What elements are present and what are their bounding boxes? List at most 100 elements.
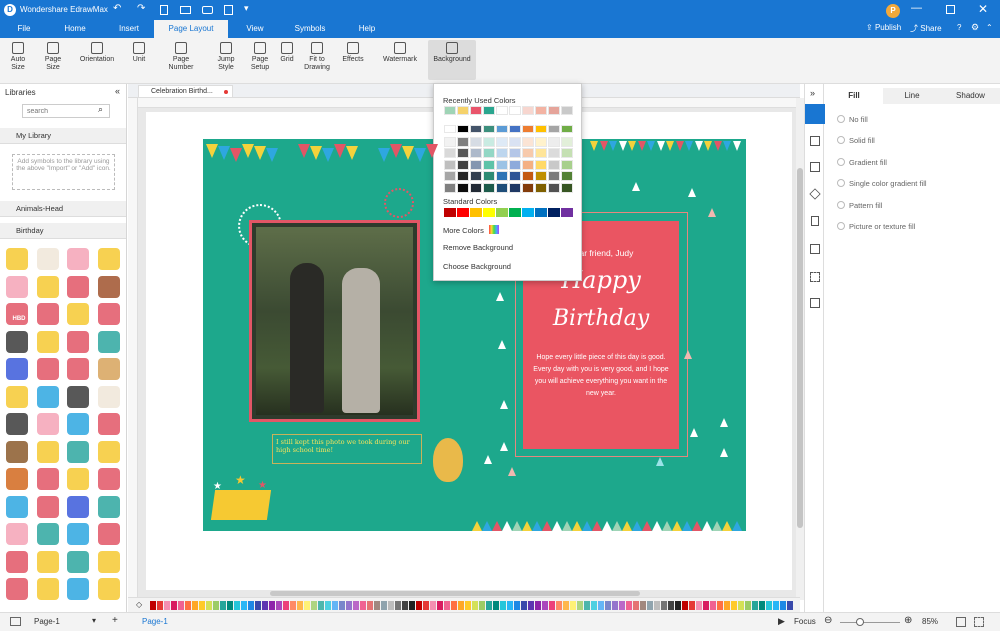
fill-option-no-fill[interactable]: No fill: [837, 115, 868, 124]
theme-color-swatch[interactable]: [444, 159, 456, 170]
birthday-symbol[interactable]: [36, 385, 59, 408]
chevron-down-icon[interactable]: ▾: [92, 616, 96, 625]
palette-swatch[interactable]: [717, 601, 723, 610]
birthday-symbol[interactable]: [67, 358, 89, 380]
fill-panel-icon[interactable]: [805, 104, 825, 124]
palette-swatch[interactable]: [206, 601, 212, 610]
page-icon[interactable]: [811, 216, 819, 226]
palette-swatch[interactable]: [486, 601, 492, 610]
palette-swatch[interactable]: [346, 601, 352, 610]
birthday-symbol[interactable]: [6, 385, 28, 408]
standard-color-swatch[interactable]: [470, 208, 482, 217]
palette-swatch[interactable]: [451, 601, 457, 610]
theme-color-swatch[interactable]: [561, 136, 573, 147]
settings-icon[interactable]: ⚙: [971, 22, 979, 33]
birthday-symbol[interactable]: [67, 523, 89, 545]
palette-swatch[interactable]: [759, 601, 765, 610]
theme-color-swatch[interactable]: [444, 125, 456, 133]
focus-toggle[interactable]: Focus: [794, 617, 816, 626]
birthday-symbol[interactable]: [36, 550, 59, 573]
birthday-symbol[interactable]: [67, 550, 89, 573]
palette-swatch[interactable]: [325, 601, 331, 610]
theme-color-swatch[interactable]: [561, 171, 573, 181]
standard-color-swatch[interactable]: [496, 208, 508, 217]
menu-help[interactable]: Help: [352, 20, 382, 38]
recent-color-swatch[interactable]: [522, 106, 534, 115]
birthday-symbol[interactable]: [6, 550, 28, 573]
birthday-symbol[interactable]: [67, 248, 89, 270]
theme-color-swatch[interactable]: [548, 148, 560, 158]
horizontal-scrollbar[interactable]: [270, 591, 640, 596]
palette-swatch[interactable]: [304, 601, 310, 610]
theme-color-swatch[interactable]: [535, 136, 547, 147]
theme-color-swatch[interactable]: [457, 136, 469, 147]
page-select[interactable]: Page-1: [34, 617, 60, 626]
birthday-symbol[interactable]: [6, 413, 28, 435]
palette-swatch[interactable]: [332, 601, 338, 610]
palette-swatch[interactable]: [409, 601, 415, 610]
palette-swatch[interactable]: [150, 601, 156, 610]
add-page-icon[interactable]: +: [112, 615, 118, 626]
palette-swatch[interactable]: [297, 601, 303, 610]
birthday-symbol[interactable]: [36, 248, 59, 270]
theme-color-swatch[interactable]: [470, 182, 482, 193]
palette-swatch[interactable]: [535, 601, 541, 610]
palette-swatch[interactable]: [164, 601, 170, 610]
palette-swatch[interactable]: [500, 601, 506, 610]
theme-color-swatch[interactable]: [509, 182, 521, 193]
theme-color-swatch[interactable]: [496, 171, 508, 181]
background-button[interactable]: Background: [428, 40, 476, 80]
birthday-symbol[interactable]: [67, 440, 89, 463]
palette-swatch[interactable]: [248, 601, 254, 610]
palette-swatch[interactable]: [227, 601, 233, 610]
collapse-panel-icon[interactable]: «: [115, 86, 120, 96]
zoom-slider[interactable]: [840, 622, 900, 623]
palette-swatch[interactable]: [374, 601, 380, 610]
palette-swatch[interactable]: [633, 601, 639, 610]
publish-button[interactable]: ⇪ Publish: [866, 23, 901, 32]
section-birthday[interactable]: Birthday: [0, 223, 126, 239]
birthday-symbol[interactable]: [6, 440, 28, 463]
palette-swatch[interactable]: [591, 601, 597, 610]
layers-icon[interactable]: [809, 188, 821, 200]
standard-color-swatch[interactable]: [561, 208, 573, 217]
birthday-symbol[interactable]: [97, 495, 120, 518]
theme-color-swatch[interactable]: [470, 148, 482, 158]
birthday-symbol[interactable]: [97, 385, 120, 408]
palette-swatch[interactable]: [276, 601, 282, 610]
birthday-heading[interactable]: Birthday: [523, 306, 679, 331]
maximize-icon[interactable]: [946, 5, 955, 14]
palette-swatch[interactable]: [710, 601, 716, 610]
theme-color-swatch[interactable]: [496, 136, 508, 147]
recent-color-swatch[interactable]: [535, 106, 547, 115]
zoom-out-icon[interactable]: ⊖: [824, 615, 832, 626]
tab-line[interactable]: Line: [883, 88, 941, 104]
palette-swatch[interactable]: [766, 601, 772, 610]
auto-size-button[interactable]: Auto Size: [8, 42, 28, 72]
palette-swatch[interactable]: [647, 601, 653, 610]
birthday-symbol[interactable]: [97, 578, 120, 600]
birthday-symbol[interactable]: [6, 495, 28, 518]
palette-swatch[interactable]: [416, 601, 422, 610]
recent-color-swatch[interactable]: [548, 106, 560, 115]
palette-swatch[interactable]: [472, 601, 478, 610]
palette-swatch[interactable]: [598, 601, 604, 610]
birthday-symbol[interactable]: [67, 275, 89, 298]
palette-swatch[interactable]: [360, 601, 366, 610]
palette-swatch[interactable]: [213, 601, 219, 610]
palette-swatch[interactable]: [388, 601, 394, 610]
palette-swatch[interactable]: [269, 601, 275, 610]
unit-button[interactable]: Unit: [128, 42, 150, 64]
section-my-library[interactable]: My Library: [0, 128, 126, 144]
palette-swatch[interactable]: [654, 601, 660, 610]
recent-color-swatch[interactable]: [509, 106, 521, 115]
palette-swatch[interactable]: [703, 601, 709, 610]
theme-color-swatch[interactable]: [483, 148, 495, 158]
birthday-symbol[interactable]: [36, 413, 59, 435]
theme-color-swatch[interactable]: [470, 136, 482, 147]
palette-swatch[interactable]: [542, 601, 548, 610]
birthday-symbol[interactable]: [67, 495, 89, 518]
effects-button[interactable]: Effects: [340, 42, 366, 64]
theme-color-swatch[interactable]: [522, 136, 534, 147]
theme-color-swatch[interactable]: [522, 182, 534, 193]
